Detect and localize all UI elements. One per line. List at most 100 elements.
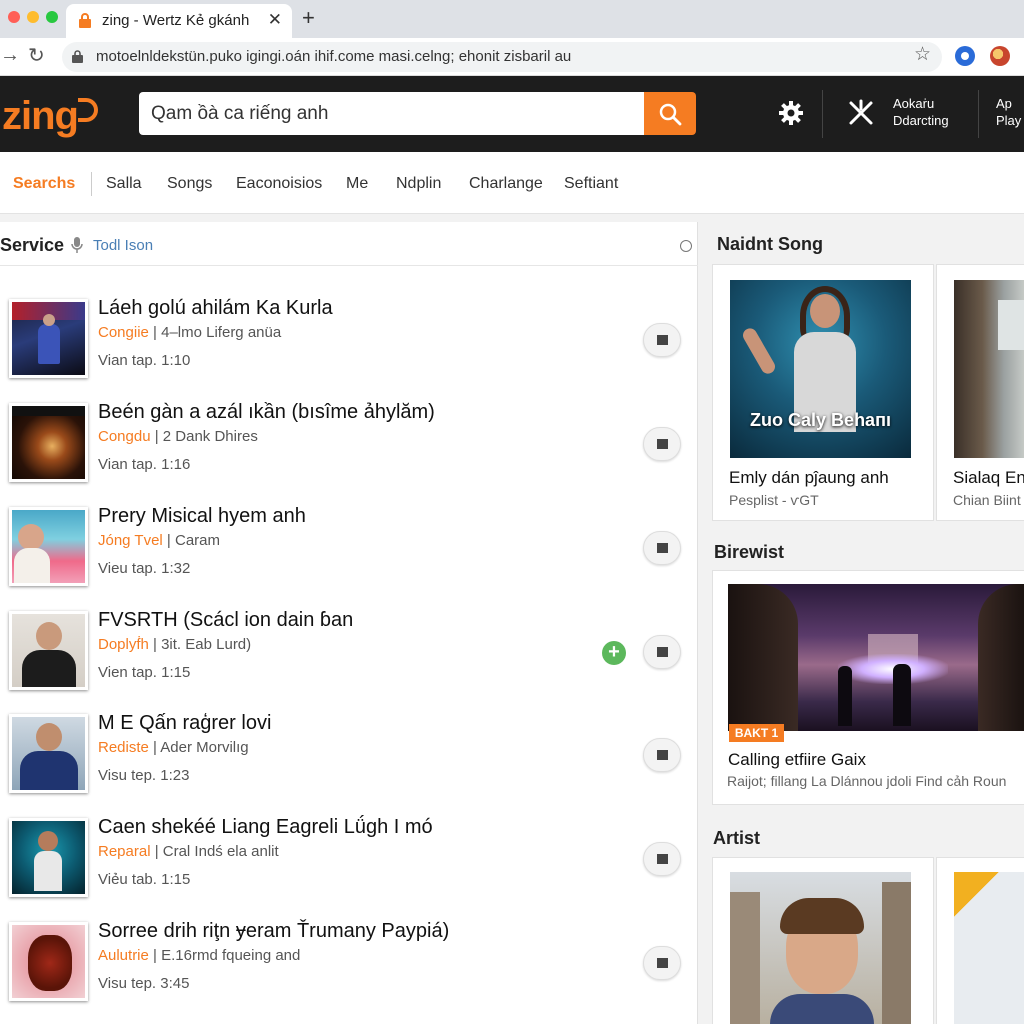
song-artist[interactable]: Doplyḟh <box>98 636 149 653</box>
app-link[interactable]: Ap Play <box>996 95 1021 129</box>
search-icon <box>659 103 682 126</box>
maximize-window-icon[interactable] <box>46 11 58 23</box>
card-title[interactable]: Emly dán pĵaung anh <box>729 468 889 488</box>
song-title[interactable]: Beén gàn a azál ıkần (bısîme ảhylăm) <box>98 401 435 424</box>
nav-item-salla[interactable]: Salla <box>106 175 142 193</box>
song-artist[interactable]: Aulutrie <box>98 947 149 964</box>
song-thumbnail <box>9 818 88 897</box>
cover-title: Zuo Caly Behaпı <box>750 410 891 430</box>
song-views: Visu tep. 3:45 <box>98 975 190 992</box>
song-title[interactable]: FVSRTH (Scácl ion dain ɓan <box>98 609 353 632</box>
song-extra: 3it. Eab Lurd) <box>161 636 252 653</box>
extension-avatar-icon[interactable] <box>990 46 1010 66</box>
song-thumbnail <box>9 507 88 586</box>
forward-icon[interactable]: → <box>0 44 20 67</box>
list-item[interactable]: Prery Misical hyem anh Jóng Tvel | Caram… <box>0 505 698 611</box>
playlist-card[interactable]: Zuo Caly Behaпı Emly dán pĵaung anh Pesp… <box>712 264 934 521</box>
song-artist[interactable]: Reparal <box>98 843 151 860</box>
song-views: Vieu tap. 1:32 <box>98 560 191 577</box>
song-action-button[interactable] <box>643 946 681 980</box>
gear-icon[interactable] <box>778 100 804 126</box>
song-action-button[interactable] <box>643 323 681 357</box>
app-label-line2: Play <box>996 113 1022 128</box>
artist-photo <box>954 872 1024 1024</box>
add-icon[interactable]: + <box>602 641 626 665</box>
playlist-cover <box>954 280 1024 458</box>
song-title[interactable]: Láеh golú ahilám Ka Kurla <box>98 297 333 320</box>
download-label-line2: Ddarcting <box>893 113 949 128</box>
song-extra: Ader Morvilıg <box>160 739 249 756</box>
song-artist[interactable]: Congiie <box>98 324 149 341</box>
song-extra: 2 Dank Dhires <box>162 428 258 445</box>
tab-close-icon[interactable]: ✕ <box>268 10 282 30</box>
minimize-window-icon[interactable] <box>27 11 39 23</box>
nav-item-songs[interactable]: Songs <box>167 175 212 193</box>
list-item[interactable]: Caen shekéé Liang Eagreli Lǘgh I mó Repa… <box>0 816 698 922</box>
star-icon[interactable]: ☆ <box>914 43 931 66</box>
download-label-line1: Aokaṙu <box>893 96 935 111</box>
playlist-card[interactable]: Sialaq En Chian Biint <box>936 264 1024 521</box>
song-title[interactable]: Prery Misical hyem anh <box>98 505 306 528</box>
browser-tab-bar: zing - Wertz Kẻ gkánh ✕ + <box>0 0 1024 38</box>
list-item[interactable]: M E Qấn raģrer lovi Rediste | Ader Morvi… <box>0 712 698 818</box>
artist-card[interactable] <box>936 857 1024 1024</box>
nav-item-me[interactable]: Me <box>346 175 368 193</box>
list-item[interactable]: Beén gàn a azál ıkần (bısîme ảhylăm) Con… <box>0 401 698 507</box>
microphone-icon <box>71 237 83 253</box>
song-action-button[interactable] <box>643 842 681 876</box>
card-title[interactable]: Sialaq En <box>953 468 1024 488</box>
song-meta: Reparal | Cral Indś ela anlit <box>98 843 279 860</box>
song-action-button[interactable] <box>643 531 681 565</box>
nav-item-searchs[interactable]: Searchs <box>13 175 75 193</box>
song-title[interactable]: Sorree drih riţn ɏeram Ťrumany Paypiá) <box>98 920 449 943</box>
song-action-button[interactable] <box>643 738 681 772</box>
song-meta: Congiie | 4–lmo Liferg anüa <box>98 324 282 341</box>
list-item[interactable]: FVSRTH (Scácl ion dain ɓan Doplyḟh | 3it… <box>0 609 698 715</box>
lock-icon <box>79 13 91 28</box>
list-item[interactable]: Láеh golú ahilám Ka Kurla Congiie | 4–lm… <box>0 297 698 403</box>
info-icon[interactable] <box>680 240 692 252</box>
search-input[interactable]: Qam ồà ca riếng anh <box>139 92 644 135</box>
extension-shield-icon[interactable] <box>955 46 975 66</box>
song-artist[interactable]: Congdu <box>98 428 151 445</box>
song-meta: Congdu | 2 Dank Dhires <box>98 428 258 445</box>
song-views: Viẻu tab. 1:15 <box>98 871 191 888</box>
section-title-featured: Birewist <box>714 542 785 562</box>
song-title[interactable]: M E Qấn raģrer lovi <box>98 712 271 735</box>
nav-divider <box>91 172 92 196</box>
download-link[interactable]: Aokaṙu Ddarcting <box>893 95 949 129</box>
list-item[interactable]: Sorree drih riţn ɏeram Ťrumany Paypiá) A… <box>0 920 698 1024</box>
song-views: Vian tap. 1:16 <box>98 456 191 473</box>
song-views: Vien tap. 1:15 <box>98 664 191 681</box>
header-divider <box>822 90 823 138</box>
song-artist[interactable]: Rediste <box>98 739 149 756</box>
song-title[interactable]: Caen shekéé Liang Eagreli Lǘgh I mó <box>98 816 433 839</box>
tools-icon[interactable] <box>846 98 876 128</box>
search-button[interactable] <box>644 92 696 135</box>
browser-tab[interactable]: zing - Wertz Kẻ gkánh ✕ <box>66 4 292 38</box>
url-text: motoelnldekstün.puko igingi.oán ihif.com… <box>96 48 572 65</box>
card-title[interactable]: Calling etfiire Gaix <box>728 750 866 770</box>
nav-item-charlange[interactable]: Charlange <box>469 175 543 193</box>
song-artist[interactable]: Jóng Tvel <box>98 532 163 549</box>
zing-logo[interactable]: zing <box>2 94 79 139</box>
card-subtitle: Pesplist - ѵGT <box>729 492 819 508</box>
featured-card[interactable]: Calling etfiire Gaix Raijot; fillang La … <box>712 570 1024 805</box>
nav-item-eaconoisios[interactable]: Eaconoisios <box>236 175 322 193</box>
nav-item-seftiant[interactable]: Seftiant <box>564 175 618 193</box>
song-meta: Jóng Tvel | Caram <box>98 532 221 549</box>
new-tab-icon[interactable]: + <box>302 5 315 31</box>
url-input[interactable]: motoelnldekstün.puko igingi.oán ihif.com… <box>62 42 942 72</box>
song-action-button[interactable] <box>643 635 681 669</box>
nav-item-ndplin[interactable]: Ndplin <box>396 175 441 193</box>
panel-subtitle-link[interactable]: Todl Ison <box>93 237 153 254</box>
artist-card[interactable] <box>712 857 934 1024</box>
close-window-icon[interactable] <box>8 11 20 23</box>
featured-cover <box>728 584 1024 731</box>
reload-icon[interactable]: ↻ <box>28 43 45 68</box>
card-subtitle: Raijot; fillang La Dlánnou jdoli Find cả… <box>727 773 1007 789</box>
song-extra: Cral Indś ela anlit <box>162 843 279 860</box>
song-action-button[interactable] <box>643 427 681 461</box>
logo-swoosh-icon <box>78 98 98 122</box>
section-title-artist: Artist <box>713 828 761 848</box>
